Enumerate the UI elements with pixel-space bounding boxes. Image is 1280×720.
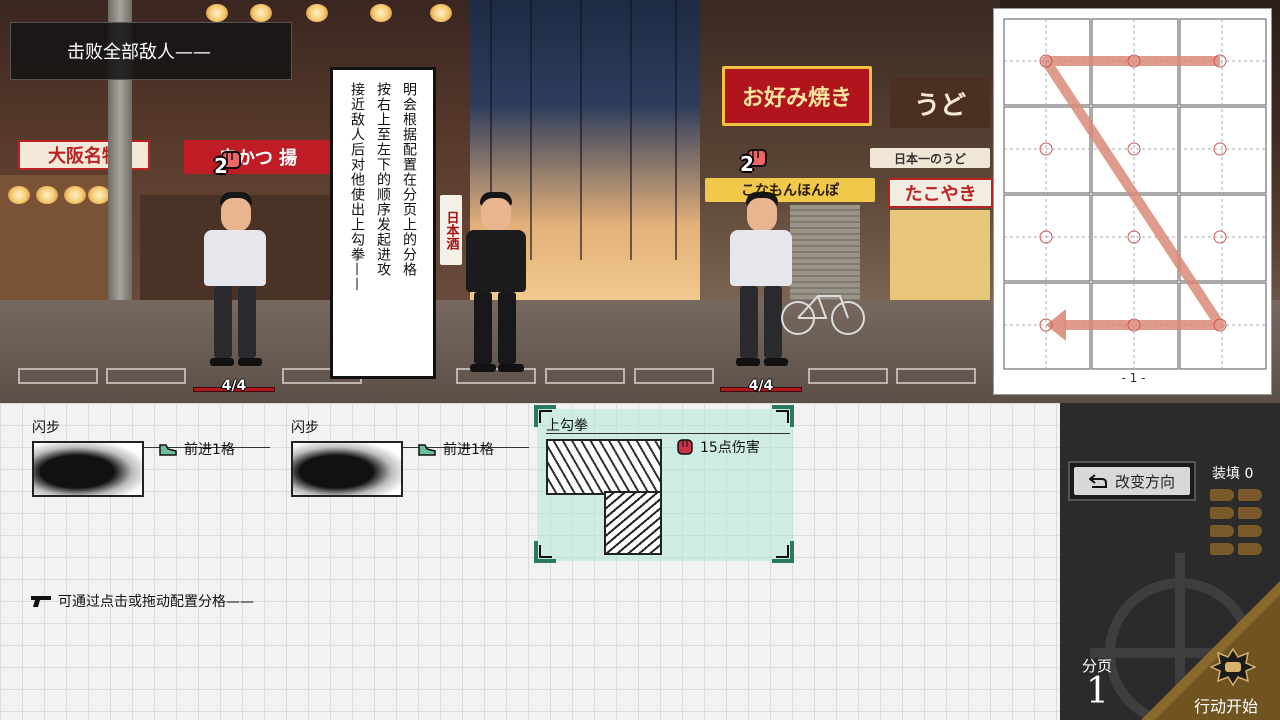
kushikatsu-sign: 串かつ 揚 [184,140,332,174]
hint-text: 可通过点击或拖动配置分格—— [30,591,254,611]
ammo-row [1210,525,1264,539]
start-action-label: 行动开始 [1194,697,1259,716]
selection-corner-bl [534,541,556,563]
nippon-ichi-sign: 日本一のうど [870,148,990,168]
okonomiyaki-sign: お好み焼き [722,66,872,126]
lantern [430,4,452,22]
selection-corner-tr [772,405,794,427]
lantern [306,4,328,22]
action-side-panel: 改变方向 装填 0 分页 1 行动开始 [1060,403,1280,720]
preview-page-label: - 1 - [1121,371,1146,385]
tutorial-line-3: 接近敌人后对他使出上勾拳—— [349,82,365,292]
floor-tile [545,368,625,384]
card-title: 闪步 [291,420,319,436]
floor-tile [808,368,888,384]
tutorial-line-1: 明会根据配置在分页上的分格 [401,82,417,277]
card-effect: 15点伤害 [676,437,760,457]
card-thumbnail [546,439,662,495]
card-effect: 前进1格 [417,439,494,459]
change-direction-button[interactable]: 改变方向 [1068,461,1196,501]
objective-banner: 击败全部敌人—— [10,22,292,80]
takoyaki-sign: たこやき [888,178,993,208]
card-uppercut[interactable]: 上勾拳 15点伤害 [546,415,792,561]
page-number: 1 [1086,671,1109,712]
card-flash-step-2[interactable]: 闪步 前进1格 [291,417,531,499]
lantern [64,186,86,204]
floor-tile [896,368,976,384]
selection-corner-br [772,541,794,563]
pistol-icon [31,596,51,607]
card-board: 闪步 前进1格 闪步 前进1格 上勾拳 15点伤害 可通过点击或拖动配置分格—— [0,403,1060,720]
udon-sign: うど [890,78,990,128]
lantern [8,186,30,204]
shoe-icon [159,444,177,456]
card-flash-step-1[interactable]: 闪步 前进1格 [32,417,272,499]
page-layout-preview: - 1 - [993,8,1272,395]
floor-tile [634,368,714,384]
lantern [250,4,272,22]
page-grid [1003,18,1267,370]
explosion-icon [1210,647,1256,687]
enemy-left-hp: 4/4 [193,378,275,396]
lantern [36,186,58,204]
card-thumbnail [604,491,662,555]
objective-text: 击败全部敌人—— [67,42,211,63]
lantern [206,4,228,22]
card-thumbnail [291,441,403,497]
floor-tile [106,368,186,384]
lantern [370,4,392,22]
floor-tile [18,368,98,384]
vertical-shop-sign: 日本酒 [440,195,462,265]
enemy-right-hp: 4/4 [720,378,802,396]
enemy-left[interactable] [198,190,278,380]
player-character [462,192,532,382]
load-count: 装填 0 [1212,466,1254,482]
shoe-icon [418,444,436,456]
card-effect: 前进1格 [158,439,235,459]
card-title: 闪步 [32,420,60,436]
return-arrow-icon [1088,474,1107,488]
bicycle-icon [781,295,865,335]
tutorial-line-2: 按右上至左下的顺序发起进攻 [375,82,391,277]
card-thumbnail [32,441,144,497]
ammo-row [1210,489,1264,503]
enemy-right-attack-badge: 2 [740,146,770,176]
tutorial-speech-bubble: 明会根据配置在分页上的分格 按右上至左下的顺序发起进攻 接近敌人后对他使出上勾拳… [330,67,436,379]
shop-window-right [890,210,990,305]
ammo-row [1210,507,1264,521]
enemy-left-attack-badge: 2 [214,148,244,178]
lantern [88,186,110,204]
selection-corner-tl [534,405,556,427]
fist-icon [677,439,693,455]
